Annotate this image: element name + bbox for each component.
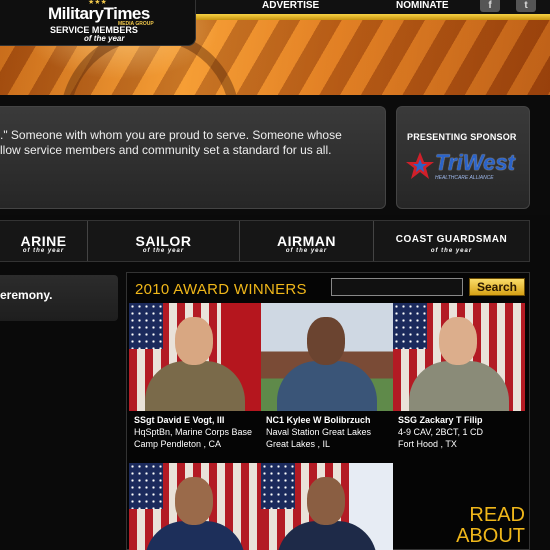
winner-photo[interactable] xyxy=(393,303,525,411)
winner-photo[interactable] xyxy=(129,463,261,550)
winner-caption: NC1 Kylee W Bolibrzuch Naval Station Grea… xyxy=(261,414,393,450)
site-logo[interactable]: ★★★ MilitaryTimes MEDIA GROUP SERVICE ME… xyxy=(0,0,196,46)
search-button[interactable]: Search xyxy=(469,278,525,296)
winner-location: Camp Pendleton , CA xyxy=(134,439,222,449)
winner-location: Fort Hood , TX xyxy=(398,439,457,449)
sponsor-logo[interactable]: TriWest HEALTHCARE ALLIANCE xyxy=(405,147,525,187)
winner-location: Great Lakes , IL xyxy=(266,439,331,449)
winner-card[interactable] xyxy=(129,463,261,550)
branch-label: COAST GUARDSMAN xyxy=(395,234,508,245)
award-winners-title: 2010 AWARD WINNERS xyxy=(135,281,307,298)
gold-stripe xyxy=(190,14,550,20)
winner-card[interactable] xyxy=(261,463,393,550)
branch-label: SAILOR xyxy=(135,233,192,249)
news-text: eremony. xyxy=(0,288,53,302)
winner-name: SSgt David E Vogt, III xyxy=(134,415,225,425)
read-about-line: READ xyxy=(469,504,525,526)
winner-unit: HqSptBn, Marine Corps Base xyxy=(134,427,253,437)
winner-photo[interactable] xyxy=(261,463,393,550)
branch-sublabel: of the year xyxy=(22,248,65,254)
branch-sublabel: of the year xyxy=(430,248,473,254)
winner-unit: Naval Station Great Lakes xyxy=(266,427,372,437)
mission-statement-panel: ." Someone with whom you are proud to se… xyxy=(0,106,386,209)
winner-card[interactable]: NC1 Kylee W Bolibrzuch Naval Station Grea… xyxy=(261,303,393,449)
read-about-line: ABOUT xyxy=(456,525,525,547)
winner-caption: SSG Zackary T Filip 4-9 CAV, 2BCT, 1 CD Fo… xyxy=(393,414,525,450)
branch-sublabel: of the year xyxy=(142,248,185,254)
mission-line: ." Someone with whom you are proud to se… xyxy=(0,128,342,142)
branch-tab-marine[interactable]: ARINE of the year xyxy=(0,221,88,261)
branch-tab-sailor[interactable]: SAILOR of the year xyxy=(88,221,240,261)
branch-nav: ARINE of the year SAILOR of the year AIR… xyxy=(0,220,530,262)
mission-statement: ." Someone with whom you are proud to se… xyxy=(0,128,372,158)
nav-nominate-link[interactable]: NOMINATE xyxy=(396,0,449,11)
logo-tagline-sub: of the year xyxy=(84,34,125,43)
sponsor-name: TriWest xyxy=(435,150,515,175)
award-winners-panel: 2010 AWARD WINNERS Search SSgt David E V… xyxy=(126,272,530,550)
branch-label: AIRMAN xyxy=(277,233,336,249)
winner-caption: SSgt David E Vogt, III HqSptBn, Marine Co… xyxy=(129,414,261,450)
winner-card[interactable]: SSgt David E Vogt, III HqSptBn, Marine Co… xyxy=(129,303,261,449)
twitter-icon[interactable]: t xyxy=(516,0,536,12)
winner-photo[interactable] xyxy=(129,303,261,411)
branch-tab-airman[interactable]: AIRMAN of the year xyxy=(240,221,374,261)
nav-advertise-link[interactable]: ADVERTISE xyxy=(262,0,319,11)
winner-card[interactable]: SSG Zackary T Filip 4-9 CAV, 2BCT, 1 CD Fo… xyxy=(393,303,525,449)
sponsor-tagline: HEALTHCARE ALLIANCE xyxy=(435,175,494,181)
search-input[interactable] xyxy=(331,278,463,296)
read-about-link[interactable]: READ ABOUT xyxy=(435,505,525,547)
winner-name: SSG Zackary T Filip xyxy=(398,415,483,425)
news-panel[interactable]: eremony. xyxy=(0,275,118,321)
branch-sublabel: of the year xyxy=(285,248,328,254)
branch-label: ARINE xyxy=(20,233,67,249)
sponsor-label: PRESENTING SPONSOR xyxy=(407,132,517,142)
star-icon xyxy=(406,152,434,179)
winner-photo[interactable] xyxy=(261,303,393,411)
facebook-icon[interactable]: f xyxy=(480,0,500,12)
branch-tab-coast-guardsman[interactable]: COAST GUARDSMAN of the year xyxy=(374,221,529,261)
sponsor-panel: PRESENTING SPONSOR TriWest HEALTHCARE AL… xyxy=(396,106,530,209)
winner-name: NC1 Kylee W Bolibrzuch xyxy=(266,415,371,425)
mission-line: llow service members and community set a… xyxy=(0,143,332,157)
winner-unit: 4-9 CAV, 2BCT, 1 CD xyxy=(398,427,484,437)
